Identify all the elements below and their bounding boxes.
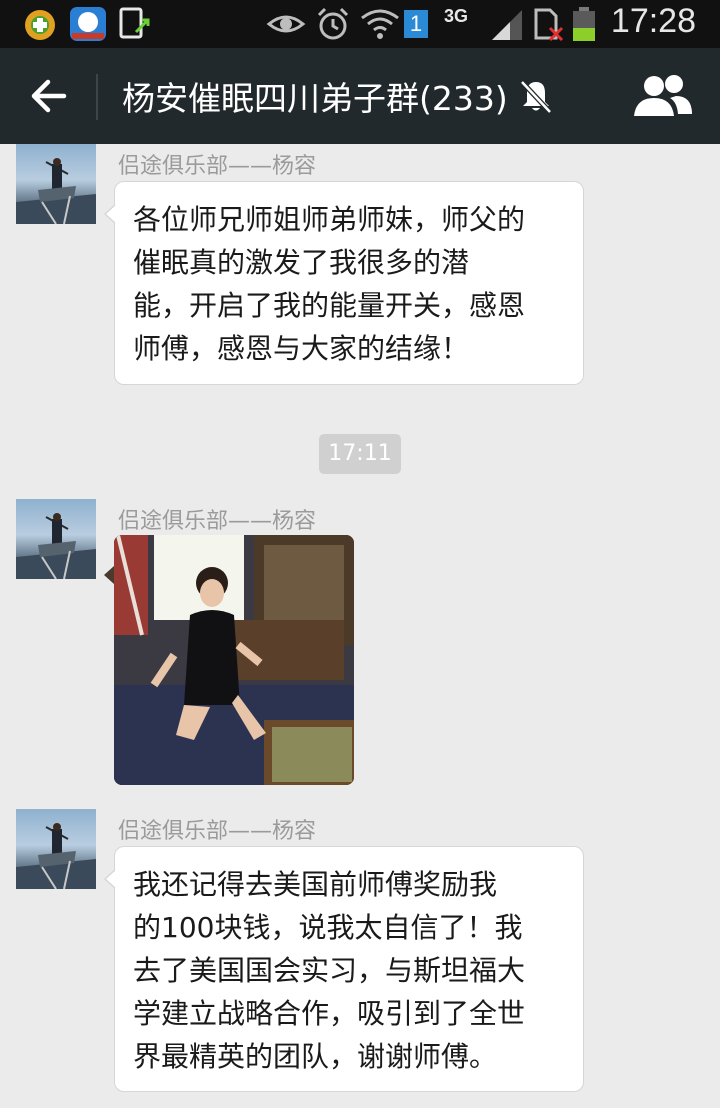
back-arrow-icon[interactable] [24,70,76,122]
avatar-image [16,158,96,224]
message-line: 催眠真的激发了我很多的潜 [133,246,470,279]
message-line: 师傅，感恩与大家的结缘！ [133,332,470,365]
alarm-icon [317,7,349,40]
avatar[interactable] [16,144,96,224]
status-bar: 1 3G 17:28 [0,0,720,48]
app-icon-blue [70,7,106,41]
sim-missing-icon [534,8,564,42]
message-line: 能，开启了我的能量开关，感恩 [133,289,526,322]
message-bubble[interactable]: 各位师兄师姐师弟师妹，师父的 催眠真的激发了我很多的潜 能，开启了我的能量开关，… [104,181,584,385]
timestamp-chip: 17:11 [319,434,401,474]
clock: 17:28 [610,2,696,40]
message-line: 界最精英的团队，谢谢师傅。 [133,1040,498,1073]
photo-image [114,535,354,785]
mute-bell-icon [520,80,552,114]
photo-bubble-tail [104,566,114,584]
avatar-image [16,823,96,889]
sim-badge-icon: 1 [404,10,428,38]
message-line: 我还记得去美国前师傅奖励我 [133,868,498,901]
message-line: 各位师兄师姐师弟师妹，师父的 [133,203,526,236]
avatar[interactable] [16,499,96,579]
sender-name: 侣途俱乐部——杨容 [118,509,317,534]
message-line: 去了美国国会实习，与斯坦福大 [133,954,526,987]
battery-icon [573,7,595,41]
avatar[interactable] [16,809,96,889]
wifi-icon [361,9,399,39]
signal-icon [492,10,522,40]
header-divider [96,74,98,120]
network-type-label: 3G [444,6,469,26]
app-icon-green [25,10,55,40]
screenshot-icon [119,7,150,39]
sender-name: 侣途俱乐部——杨容 [118,819,317,844]
message-line: 学建立战略合作，吸引到了全世 [133,997,526,1030]
message-photo[interactable] [114,535,354,785]
chat-header: 杨安催眠四川弟子群(233) [0,48,720,144]
message-bubble[interactable]: 我还记得去美国前师傅奖励我 的100块钱，说我太自信了！我 去了美国国会实习，与… [104,846,584,1092]
avatar-image [16,513,96,579]
message-line: 的100块钱，说我太自信了！我 [133,911,523,944]
group-members-icon[interactable] [630,70,696,122]
eye-icon [266,15,306,33]
sender-name: 侣途俱乐部——杨容 [118,154,317,179]
chat-title: 杨安催眠四川弟子群(233) [122,79,508,118]
